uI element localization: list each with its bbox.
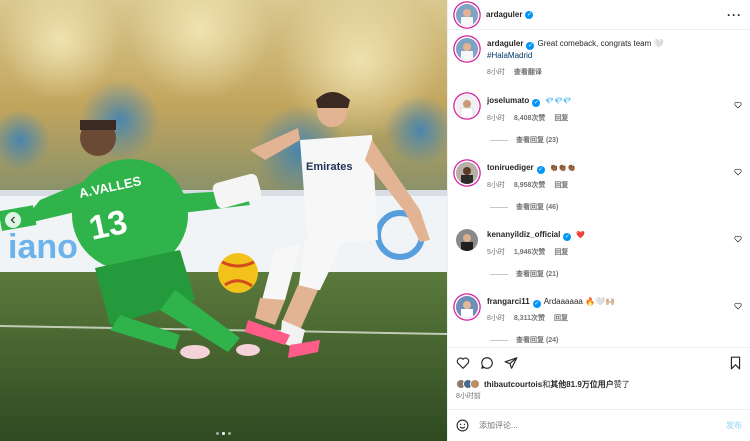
- view-replies-label: 查看回复 (24): [516, 337, 559, 344]
- comment-time: 8小时: [487, 315, 505, 322]
- verified-badge-icon: ✓: [536, 166, 545, 174]
- view-replies-button[interactable]: 查看回复 (46): [490, 202, 742, 212]
- like-heart-icon[interactable]: [456, 356, 470, 370]
- avatar-image: [456, 229, 478, 251]
- caption-avatar[interactable]: [456, 38, 478, 60]
- view-replies-label: 查看回复 (21): [516, 271, 559, 278]
- view-replies-button[interactable]: 查看回复 (23): [490, 135, 742, 145]
- chevron-left-icon: [10, 216, 15, 224]
- comment-like-count[interactable]: 8,958次赞: [514, 180, 546, 190]
- comment-like-heart-icon[interactable]: [734, 162, 742, 190]
- post-action-bar: [448, 347, 750, 377]
- post-comment-button[interactable]: 发布: [726, 420, 742, 431]
- comment-time: 8小时: [487, 182, 505, 189]
- liker-username[interactable]: thibautcourtois: [484, 380, 542, 389]
- slide-dot: [228, 432, 231, 435]
- reply-button[interactable]: 回复: [554, 247, 568, 257]
- commenter-avatar[interactable]: [456, 296, 478, 318]
- verified-badge-icon: ✓: [526, 42, 535, 50]
- likes-suffix: 赞了: [613, 379, 630, 389]
- comment-username[interactable]: frangarci11: [487, 297, 530, 306]
- liker-avatars: [456, 379, 480, 389]
- comment-item: kenanyildiz_official ✓ ❤️ 5小时 1,946次赞 回复: [456, 229, 742, 257]
- slide-indicator: [0, 432, 447, 435]
- replies-divider: [490, 139, 508, 141]
- replies-divider: [490, 339, 508, 341]
- sponsor-text: Emirates: [306, 161, 352, 173]
- replies-divider: [490, 273, 508, 275]
- save-bookmark-icon[interactable]: [729, 356, 742, 370]
- jersey-number: 13: [86, 203, 131, 248]
- avatar-image: [456, 296, 478, 318]
- comment-composer: 发布: [448, 409, 750, 441]
- comment-like-count[interactable]: 8,311次赞: [514, 313, 545, 323]
- reply-button[interactable]: 回复: [554, 180, 568, 190]
- comment-input[interactable]: [479, 421, 726, 430]
- avatar-image: [456, 95, 478, 117]
- author-username[interactable]: ardaguler: [486, 10, 522, 19]
- hashtag-link[interactable]: #HalaMadrid: [487, 51, 532, 60]
- caption-username[interactable]: ardaguler: [487, 39, 523, 48]
- post-photo: iano A.VALLES 13 Emirates: [0, 0, 447, 441]
- more-options-icon[interactable]: ···: [727, 8, 742, 22]
- verified-badge-icon: ✓: [525, 10, 534, 19]
- view-replies-button[interactable]: 查看回复 (24): [490, 335, 742, 345]
- comment-like-heart-icon[interactable]: [734, 296, 742, 323]
- comment-bubble-icon[interactable]: [480, 356, 494, 370]
- svg-text:iano: iano: [8, 228, 78, 266]
- comment-time: 8小时: [487, 115, 505, 122]
- verified-badge-icon: ✓: [563, 233, 572, 241]
- replies-divider: [490, 206, 508, 208]
- comment-time: 5小时: [487, 249, 505, 256]
- see-translation-link[interactable]: 查看翻译: [514, 67, 542, 77]
- commenter-avatar[interactable]: [456, 95, 478, 117]
- verified-badge-icon: ✓: [532, 300, 541, 308]
- reply-button[interactable]: 回复: [554, 113, 568, 123]
- comment-like-heart-icon[interactable]: [734, 95, 742, 123]
- emoji-smiley-icon[interactable]: [456, 419, 469, 432]
- likes-others[interactable]: 其他81.9万位用户: [550, 380, 614, 389]
- comment-text: 👏🏾👏🏾👏🏾: [549, 165, 576, 172]
- post-side-panel: ardaguler ✓ ··· ardaguler ✓ Great comeback…: [447, 0, 750, 441]
- reply-button[interactable]: 回复: [554, 313, 568, 323]
- view-replies-button[interactable]: 查看回复 (21): [490, 269, 742, 279]
- comment-username[interactable]: joselumato: [487, 96, 529, 105]
- post-media[interactable]: iano A.VALLES 13 Emirates: [0, 0, 447, 441]
- view-replies-label: 查看回复 (46): [516, 204, 559, 211]
- comment-item: joselumato ✓ 💎💎💎 8小时 8,408次赞 回复: [456, 95, 742, 123]
- comment-list[interactable]: ardaguler ✓ Great comeback, congrats team …: [448, 30, 750, 347]
- share-send-icon[interactable]: [504, 356, 518, 370]
- comment-like-count[interactable]: 8,408次赞: [514, 113, 546, 123]
- commenter-avatar[interactable]: [456, 229, 478, 251]
- comment-like-count[interactable]: 1,946次赞: [514, 247, 546, 257]
- liker-avatar: [470, 379, 480, 389]
- author-avatar[interactable]: [456, 3, 478, 26]
- slide-dot: [216, 432, 219, 435]
- post-header: ardaguler ✓ ···: [448, 0, 750, 30]
- view-replies-label: 查看回复 (23): [516, 137, 559, 144]
- post-caption: ardaguler ✓ Great comeback, congrats team …: [456, 38, 742, 77]
- avatar-image: [456, 162, 478, 184]
- previous-slide-button[interactable]: [5, 212, 21, 228]
- comment-text: ❤️: [576, 232, 586, 239]
- comment-username[interactable]: toniruediger: [487, 163, 534, 172]
- comment-item: frangarci11 ✓ Ardaaaaaa 🔥🤍🙌🏼 8小时 8,311次赞 回…: [456, 296, 742, 323]
- verified-badge-icon: ✓: [532, 99, 541, 107]
- caption-time: 8小时: [487, 69, 505, 76]
- comment-text: 💎💎💎: [545, 98, 572, 105]
- post-timestamp: 8小时前: [456, 393, 481, 400]
- comment-username[interactable]: kenanyildiz_official: [487, 230, 560, 239]
- likes-summary[interactable]: thibautcourtois和其他81.9万位用户赞了: [448, 377, 750, 391]
- comment-item: toniruediger ✓ 👏🏾👏🏾👏🏾 8小时 8,958次赞 回复: [456, 162, 742, 190]
- slide-dot-active: [222, 432, 225, 435]
- comment-like-heart-icon[interactable]: [734, 229, 742, 257]
- comment-text: Ardaaaaaa 🔥🤍🙌🏼: [543, 297, 615, 306]
- avatar-image: [456, 3, 478, 26]
- commenter-avatar[interactable]: [456, 162, 478, 184]
- caption-text: Great comeback, congrats team 🤍: [537, 39, 664, 48]
- avatar-image: [456, 38, 478, 60]
